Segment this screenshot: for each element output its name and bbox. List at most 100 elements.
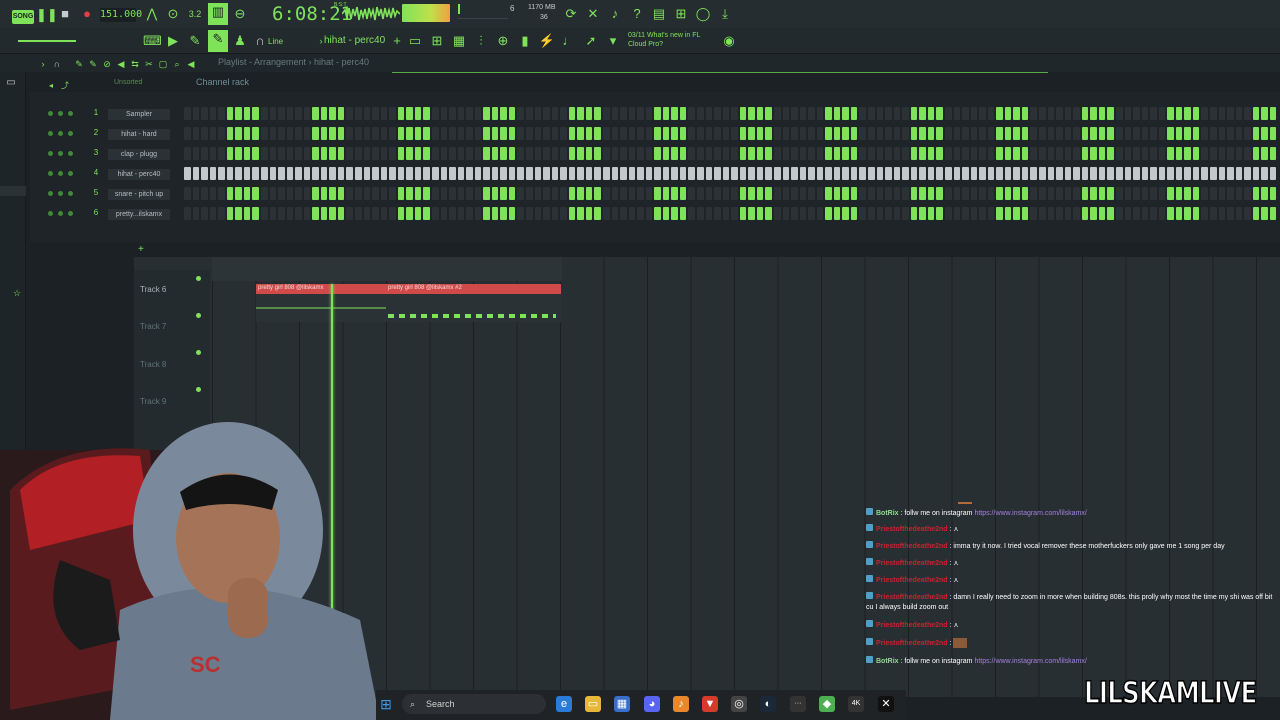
step-button[interactable]: [449, 207, 456, 220]
step-button[interactable]: [1235, 167, 1243, 180]
step-button[interactable]: [893, 147, 901, 160]
step-button[interactable]: [893, 107, 901, 120]
bluestacks-icon[interactable]: ◆: [819, 696, 835, 712]
step-button[interactable]: [1047, 107, 1055, 120]
step-button[interactable]: [474, 167, 482, 180]
step-button[interactable]: [987, 207, 995, 220]
step-button[interactable]: [799, 167, 807, 180]
step-button[interactable]: [1056, 127, 1063, 140]
step-button[interactable]: [885, 207, 892, 220]
step-button[interactable]: [645, 207, 653, 220]
step-button[interactable]: [748, 207, 755, 220]
step-button[interactable]: [483, 147, 490, 160]
step-button[interactable]: [885, 127, 892, 140]
step-button[interactable]: [722, 207, 730, 220]
step-button[interactable]: [457, 127, 465, 140]
step-button[interactable]: [1047, 207, 1055, 220]
step-button[interactable]: [500, 207, 507, 220]
step-button[interactable]: [902, 187, 909, 200]
step-button[interactable]: [500, 187, 507, 200]
step-button[interactable]: [260, 147, 268, 160]
step-button[interactable]: [466, 207, 473, 220]
step-button[interactable]: [235, 147, 242, 160]
channel-pan-knob[interactable]: [58, 211, 63, 216]
step-button[interactable]: [337, 167, 345, 180]
step-button[interactable]: [1021, 147, 1029, 160]
step-button[interactable]: [431, 147, 439, 160]
step-button[interactable]: [278, 207, 285, 220]
step-button[interactable]: [859, 107, 867, 120]
step-button[interactable]: [201, 147, 208, 160]
step-button[interactable]: [1244, 147, 1251, 160]
microphone-icon[interactable]: ♪: [606, 5, 624, 23]
step-button[interactable]: [1039, 147, 1046, 160]
step-button[interactable]: [1064, 187, 1072, 200]
step-button[interactable]: [893, 187, 901, 200]
channel-name-button[interactable]: Sampler: [108, 109, 170, 120]
step-button[interactable]: [645, 187, 653, 200]
step-button[interactable]: [825, 187, 832, 200]
folder-icon[interactable]: ▭: [2, 74, 20, 92]
step-button[interactable]: [1115, 167, 1123, 180]
step-button[interactable]: [1047, 167, 1055, 180]
paint-icon[interactable]: ✎: [208, 30, 228, 52]
step-button[interactable]: [534, 187, 542, 200]
step-button[interactable]: [1252, 107, 1260, 120]
step-button[interactable]: [380, 167, 388, 180]
step-button[interactable]: [1004, 107, 1012, 120]
step-button[interactable]: [184, 127, 191, 140]
chat-link[interactable]: https://www.instagram.com/lilskamx/: [974, 510, 1086, 517]
step-button[interactable]: [688, 147, 696, 160]
step-button[interactable]: [577, 147, 584, 160]
step-button[interactable]: [560, 127, 567, 140]
step-button[interactable]: [791, 207, 798, 220]
step-button[interactable]: [970, 147, 978, 160]
step-button[interactable]: [226, 107, 234, 120]
step-button[interactable]: [602, 167, 610, 180]
step-button[interactable]: [449, 187, 456, 200]
step-button[interactable]: [1184, 127, 1191, 140]
step-button[interactable]: [944, 167, 952, 180]
step-button[interactable]: [645, 147, 653, 160]
step-button[interactable]: [252, 107, 259, 120]
step-button[interactable]: [1039, 127, 1046, 140]
step-button[interactable]: [449, 107, 456, 120]
step-button[interactable]: [585, 207, 593, 220]
step-button[interactable]: [1252, 187, 1260, 200]
step-button[interactable]: [936, 167, 943, 180]
step-button[interactable]: [1021, 107, 1029, 120]
step-button[interactable]: [637, 207, 644, 220]
track-led[interactable]: [196, 276, 201, 281]
step-button[interactable]: [791, 167, 798, 180]
globe-icon[interactable]: ◉: [720, 32, 738, 50]
step-button[interactable]: [1184, 147, 1191, 160]
step-button[interactable]: [568, 167, 576, 180]
step-button[interactable]: [218, 207, 225, 220]
save-icon[interactable]: ▤: [650, 5, 668, 23]
step-button[interactable]: [611, 167, 619, 180]
step-button[interactable]: [876, 127, 884, 140]
step-button[interactable]: [1021, 127, 1029, 140]
step-button[interactable]: [303, 127, 311, 140]
step-button[interactable]: [833, 207, 841, 220]
step-button[interactable]: [491, 167, 499, 180]
step-button[interactable]: [697, 207, 704, 220]
step-button[interactable]: [679, 207, 687, 220]
step-button[interactable]: [1141, 147, 1149, 160]
step-button[interactable]: [825, 207, 832, 220]
step-button[interactable]: [944, 107, 952, 120]
step-button[interactable]: [850, 207, 858, 220]
step-button[interactable]: [508, 107, 516, 120]
step-button[interactable]: [543, 187, 550, 200]
step-button[interactable]: [654, 107, 661, 120]
step-button[interactable]: [808, 187, 815, 200]
step-button[interactable]: [1252, 167, 1260, 180]
step-button[interactable]: [688, 127, 696, 140]
step-button[interactable]: [919, 167, 926, 180]
step-button[interactable]: [731, 187, 738, 200]
step-button[interactable]: [842, 147, 849, 160]
step-button[interactable]: [705, 147, 713, 160]
step-button[interactable]: [252, 207, 259, 220]
step-button[interactable]: [346, 147, 354, 160]
step-button[interactable]: [671, 147, 678, 160]
